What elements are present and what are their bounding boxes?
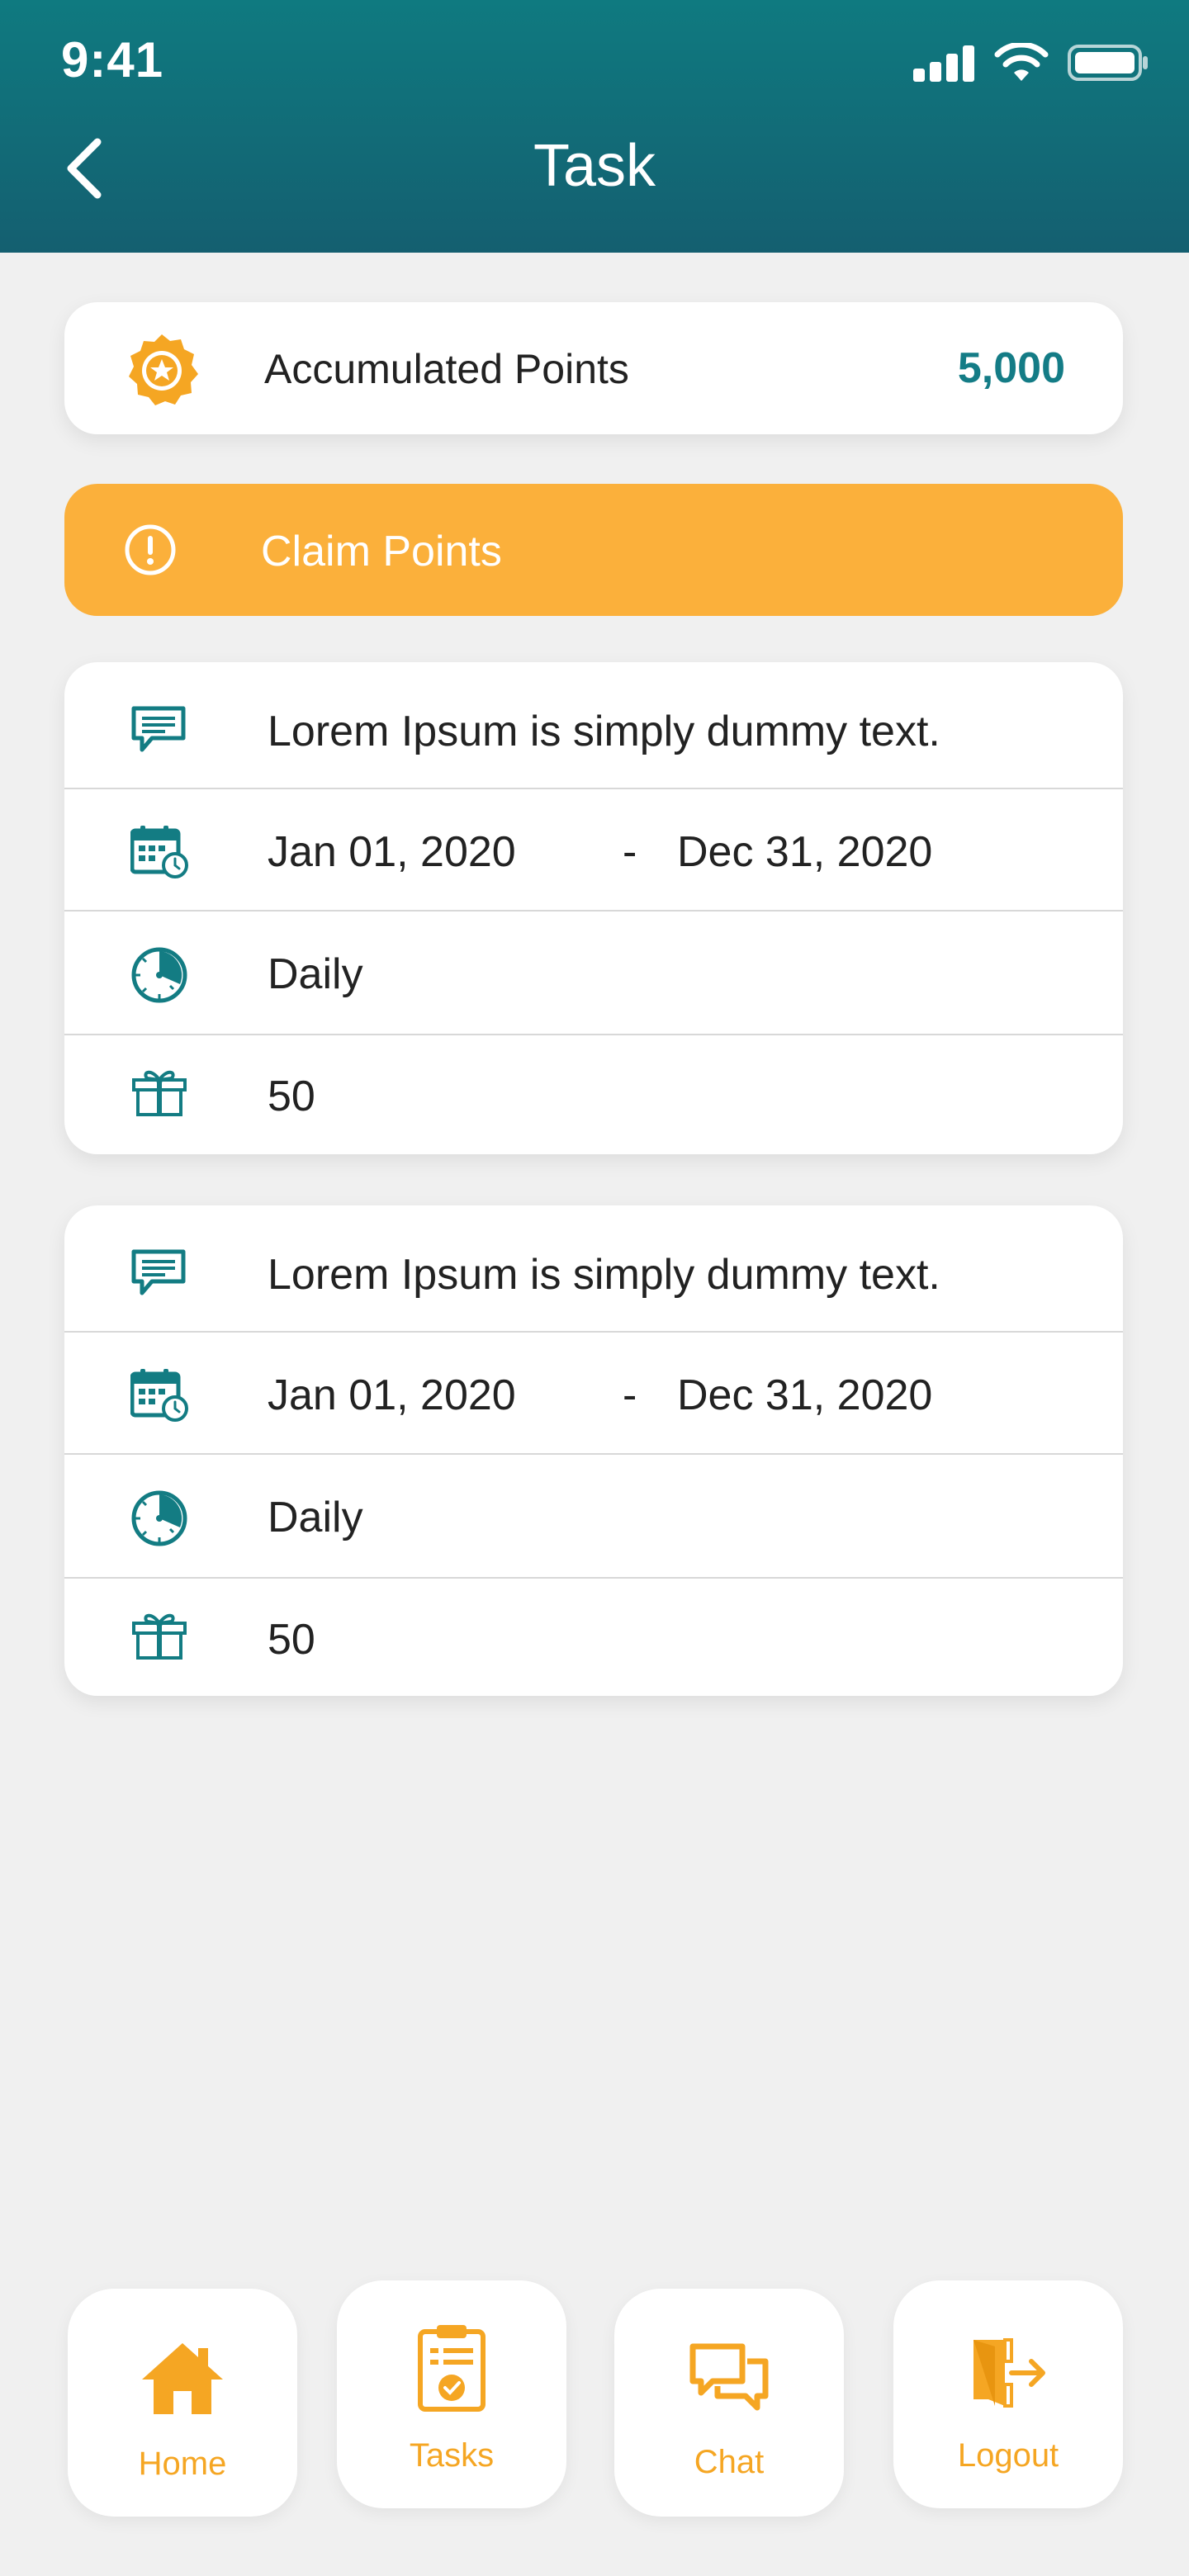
nav-home-label: Home	[138, 2446, 227, 2482]
chat-icon	[614, 2343, 844, 2417]
date-separator: -	[623, 828, 637, 876]
date-separator: -	[623, 1371, 637, 1419]
calendar-clock-icon	[130, 1369, 188, 1422]
task-description: Lorem Ipsum is simply dummy text.	[268, 708, 940, 755]
task-card[interactable]: Lorem Ipsum is simply dummy text. Jan 01…	[64, 662, 1123, 1154]
alert-circle-icon	[124, 523, 177, 580]
claim-points-label: Claim Points	[261, 528, 502, 575]
task-start-date: Jan 01, 2020	[268, 1371, 516, 1419]
nav-logout-button[interactable]: Logout	[893, 2280, 1123, 2508]
task-reward-row: 50	[64, 1577, 1123, 1696]
points-label: Accumulated Points	[264, 346, 629, 392]
nav-tasks-button[interactable]: Tasks	[337, 2280, 566, 2508]
battery-icon	[1068, 45, 1148, 81]
message-icon	[131, 706, 186, 752]
points-value: 5,000	[957, 344, 1065, 392]
task-description-row: Lorem Ipsum is simply dummy text.	[64, 662, 1123, 788]
task-end-date: Dec 31, 2020	[677, 828, 933, 876]
page-title: Task	[533, 133, 656, 199]
wifi-icon	[994, 43, 1049, 81]
task-reward: 50	[268, 1616, 315, 1664]
calendar-clock-icon	[130, 826, 188, 878]
task-frequency-row: Daily	[64, 910, 1123, 1035]
clock-icon	[131, 947, 187, 1003]
task-reward-row: 50	[64, 1034, 1123, 1154]
nav-logout-label: Logout	[957, 2437, 1059, 2474]
logout-icon	[893, 2337, 1123, 2409]
home-icon	[68, 2338, 297, 2417]
gift-icon	[132, 1070, 187, 1116]
nav-tasks-label: Tasks	[409, 2437, 495, 2474]
task-start-date: Jan 01, 2020	[268, 828, 516, 876]
status-time: 9:41	[61, 32, 164, 88]
nav-home-button[interactable]: Home	[68, 2289, 297, 2517]
task-card[interactable]: Lorem Ipsum is simply dummy text. Jan 01…	[64, 1205, 1123, 1696]
clock-icon	[131, 1490, 187, 1546]
task-date-row: Jan 01, 2020 - Dec 31, 2020	[64, 1331, 1123, 1455]
gift-icon	[132, 1613, 187, 1660]
task-frequency: Daily	[268, 1494, 363, 1541]
task-frequency-row: Daily	[64, 1453, 1123, 1579]
task-date-row: Jan 01, 2020 - Dec 31, 2020	[64, 788, 1123, 912]
claim-points-button[interactable]: Claim Points	[64, 484, 1123, 616]
nav-chat-label: Chat	[694, 2444, 765, 2480]
task-end-date: Dec 31, 2020	[677, 1371, 933, 1419]
task-reward: 50	[268, 1073, 315, 1120]
task-frequency: Daily	[268, 950, 363, 998]
task-description: Lorem Ipsum is simply dummy text.	[268, 1251, 940, 1299]
status-icons	[913, 43, 1149, 83]
clipboard-check-icon	[337, 2322, 566, 2413]
badge-star-icon	[122, 331, 201, 414]
signal-icon	[913, 45, 974, 82]
header: 9:41 Task	[0, 0, 1189, 253]
points-card: Accumulated Points 5,000	[64, 302, 1123, 434]
task-description-row: Lorem Ipsum is simply dummy text.	[64, 1205, 1123, 1331]
nav-chat-button[interactable]: Chat	[614, 2289, 844, 2517]
message-icon	[131, 1249, 186, 1295]
